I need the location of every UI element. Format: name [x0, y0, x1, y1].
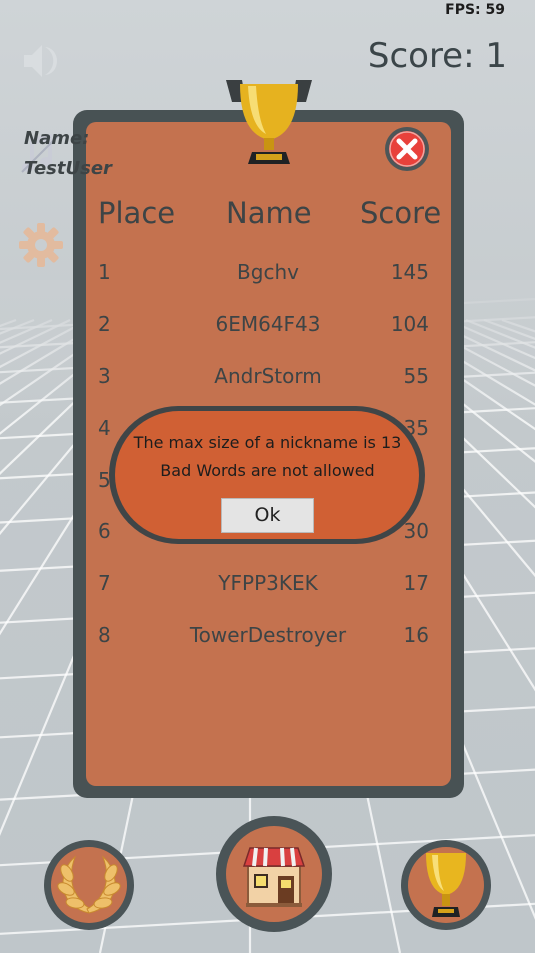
header-name: Name [226, 196, 312, 230]
trophy-emblem [224, 76, 314, 174]
achievements-button[interactable] [44, 840, 134, 930]
player-name-value: TestUser [24, 158, 112, 179]
score-display: Score: 1 [367, 36, 507, 76]
leaderboard-row: 1 Bgchv 145 [0, 260, 535, 290]
close-button[interactable] [384, 126, 430, 172]
ok-button[interactable]: Ok [221, 498, 314, 533]
row-place: 3 [98, 364, 111, 388]
row-place: 2 [98, 312, 111, 336]
trophy-icon [226, 80, 312, 164]
close-icon [385, 127, 429, 171]
leaderboard-row: 3 AndrStorm 55 [0, 364, 535, 394]
row-place: 7 [98, 571, 111, 595]
row-score: 30 [403, 519, 429, 543]
sound-toggle-button[interactable] [18, 38, 64, 84]
row-score: 104 [390, 312, 429, 336]
row-score: 55 [403, 364, 429, 388]
header-place: Place [98, 196, 176, 230]
row-score: 17 [403, 571, 429, 595]
leaderboard-row: 7 YFPP3KEK 17 [0, 571, 535, 601]
shop-icon [242, 847, 306, 907]
dialog-message-line-1: The max size of a nickname is 13 [133, 433, 402, 452]
leaderboard-row: 2 6EM64F43 104 [0, 312, 535, 342]
row-place: 8 [98, 623, 111, 647]
row-player-name: YFPP3KEK [218, 571, 318, 595]
speaker-icon [24, 45, 57, 77]
header-score: Score [360, 196, 442, 230]
leaderboard-button-face [408, 847, 484, 923]
row-player-name: Bgchv [237, 260, 299, 284]
trophy-icon [426, 853, 466, 917]
laurel-wreath-icon [57, 855, 121, 914]
achievements-button-face [51, 847, 127, 923]
player-name-label: Name: [24, 128, 90, 149]
game-screen: FPS: 59 Score: 1 Name: TestUser Place Na… [0, 0, 535, 953]
fps-counter: FPS: 59 [445, 2, 505, 18]
row-player-name: 6EM64F43 [215, 312, 321, 336]
dialog-message-line-2: Bad Words are not allowed [160, 461, 375, 480]
row-place: 6 [98, 519, 111, 543]
leaderboard-button[interactable] [401, 840, 491, 930]
shop-button[interactable] [216, 816, 332, 932]
row-player-name: TowerDestroyer [189, 623, 347, 647]
row-score: 145 [390, 260, 429, 284]
row-player-name: AndrStorm [214, 364, 322, 388]
row-place: 1 [98, 260, 111, 284]
leaderboard-row: 8 TowerDestroyer 16 [0, 623, 535, 653]
row-score: 16 [403, 623, 429, 647]
shop-button-face [226, 826, 322, 922]
